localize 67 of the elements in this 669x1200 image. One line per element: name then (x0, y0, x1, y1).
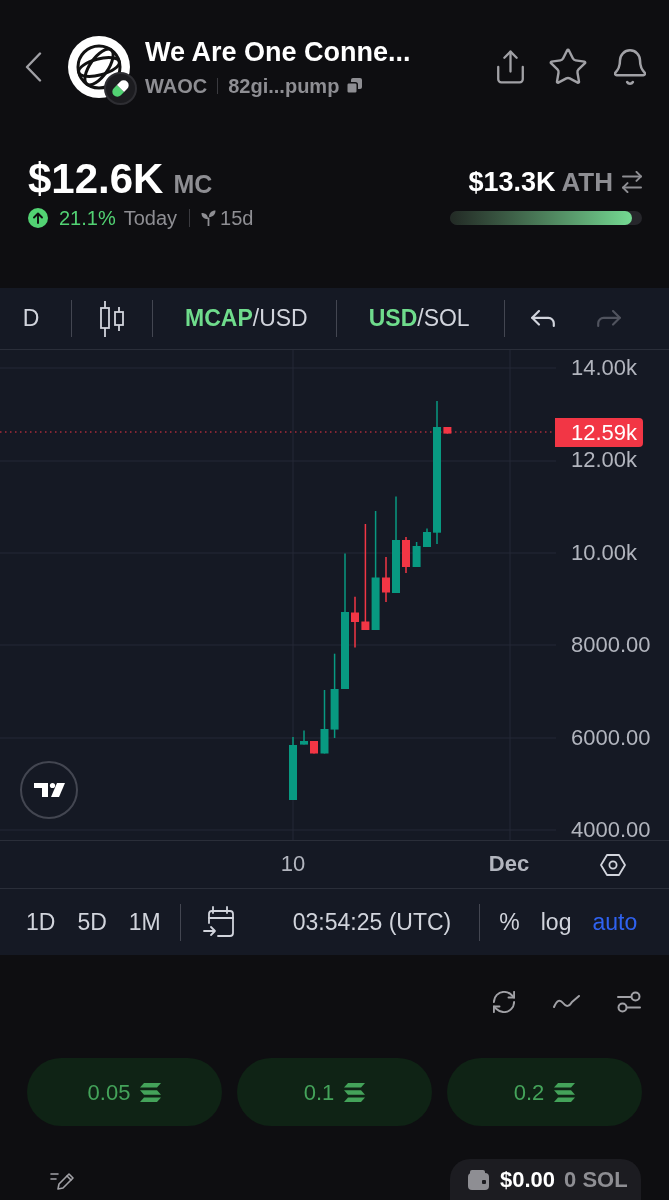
candle (351, 595, 359, 649)
token-icon (344, 1082, 366, 1102)
swap-icon[interactable] (622, 171, 642, 193)
token-icon (554, 1082, 576, 1102)
candle (412, 541, 421, 568)
market-cap-value: $12.6K (28, 155, 164, 203)
price-axis-label: 6000.00 (571, 727, 651, 748)
copy-icon[interactable] (346, 78, 363, 94)
change-period: Today (123, 206, 178, 231)
sliders-icon[interactable] (617, 991, 641, 1013)
range-button[interactable]: 5D (77, 904, 107, 940)
star-icon[interactable] (549, 48, 587, 86)
range-button[interactable]: 1D (26, 904, 56, 940)
change-percent: 21.1% (59, 206, 116, 231)
last-price-tag: 12.59k (555, 418, 643, 447)
scale-toggle[interactable]: % (499, 904, 520, 940)
candle (443, 426, 452, 435)
chart-logo-icon[interactable] (20, 761, 78, 819)
separator-text: / (252, 304, 260, 334)
quick-buy-button[interactable]: 0.2 (447, 1058, 642, 1126)
time-axis-label: 10 (280, 852, 306, 876)
bell-icon[interactable] (614, 49, 646, 85)
pair-option[interactable]: MCAP (185, 301, 253, 336)
candlestick-icon[interactable] (100, 300, 124, 337)
token-title: We Are One Conne... (145, 36, 412, 68)
quick-buy-button[interactable]: 0.05 (27, 1058, 222, 1126)
candle (289, 736, 297, 801)
market-cap-label: MC (173, 169, 213, 200)
token-symbol: WAOC (145, 74, 208, 99)
share-icon[interactable] (497, 50, 524, 84)
candle (423, 527, 431, 548)
price-axis-label: 14.00k (571, 358, 639, 378)
pill-icon (104, 72, 137, 105)
candle (402, 536, 410, 574)
price-axis-label: 4000.00 (571, 819, 651, 840)
price-axis-label: 10.00k (571, 542, 639, 563)
candle (310, 740, 318, 755)
ath-label: ATH (561, 165, 613, 199)
candle (300, 729, 308, 746)
candle (382, 556, 390, 603)
interval-button[interactable]: D (0, 301, 62, 336)
settings-icon[interactable] (600, 853, 626, 876)
pair-option[interactable]: USD (259, 301, 308, 336)
time-axis-label: Dec (488, 852, 530, 876)
scale-toggle[interactable]: log (540, 904, 572, 940)
undo-icon[interactable] (530, 310, 555, 327)
clock-time: 03:54:25 (UTC) (292, 907, 452, 937)
calendar-arrow-icon[interactable] (202, 906, 235, 938)
line-chart-icon[interactable] (553, 995, 580, 1009)
token-age: 15d (220, 206, 254, 231)
pair-option[interactable]: USD (368, 301, 418, 336)
token-icon (140, 1082, 162, 1102)
token-address: 82gi...pump (228, 74, 340, 99)
price-axis-label: 8000.00 (571, 635, 651, 656)
wallet-balance-button[interactable]: $0.00 0 SOL (450, 1159, 641, 1200)
candle (320, 689, 329, 755)
edit-icon[interactable] (50, 1172, 74, 1190)
separator-text: / (417, 304, 424, 334)
sprout-icon (201, 210, 217, 226)
back-icon[interactable] (25, 52, 42, 82)
ath-value: $13.3K (468, 165, 556, 199)
price-axis-label: 12.00k (571, 450, 639, 471)
range-button[interactable]: 1M (128, 904, 161, 940)
pair-option[interactable]: SOL (423, 301, 470, 336)
quick-buy-button[interactable]: 0.1 (237, 1058, 432, 1126)
refresh-icon[interactable] (493, 991, 515, 1013)
wallet-icon (468, 1169, 489, 1190)
